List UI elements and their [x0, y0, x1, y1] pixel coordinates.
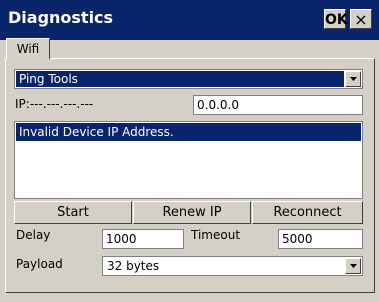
tool-select[interactable]: Ping Tools [14, 69, 363, 89]
tool-select-value: Ping Tools [16, 71, 344, 87]
window-title: Diagnostics [8, 8, 114, 27]
title-bar: Diagnostics OK × [0, 0, 379, 40]
start-button[interactable]: Start [14, 201, 132, 224]
timeout-label: Timeout [191, 228, 241, 242]
ip-field[interactable]: 0.0.0.0 [193, 95, 363, 115]
output-list[interactable]: Invalid Device IP Address. [14, 121, 363, 199]
chevron-down-icon[interactable] [345, 258, 361, 274]
renew-ip-button[interactable]: Renew IP [133, 201, 251, 224]
reconnect-button[interactable]: Reconnect [252, 201, 363, 224]
timeout-field[interactable]: 5000 [278, 229, 363, 249]
delay-field[interactable]: 1000 [102, 229, 184, 249]
list-item[interactable]: Invalid Device IP Address. [16, 123, 361, 141]
ok-button[interactable]: OK [324, 9, 348, 29]
ip-label: IP:---.---.---.--- [15, 97, 94, 111]
close-button[interactable]: × [350, 9, 372, 29]
payload-select[interactable]: 32 bytes [102, 256, 363, 276]
chevron-down-icon[interactable] [345, 71, 361, 87]
tab-wifi[interactable]: Wifi [6, 38, 50, 59]
payload-label: Payload [16, 257, 63, 271]
payload-select-value: 32 bytes [107, 259, 160, 273]
delay-label: Delay [16, 228, 51, 242]
